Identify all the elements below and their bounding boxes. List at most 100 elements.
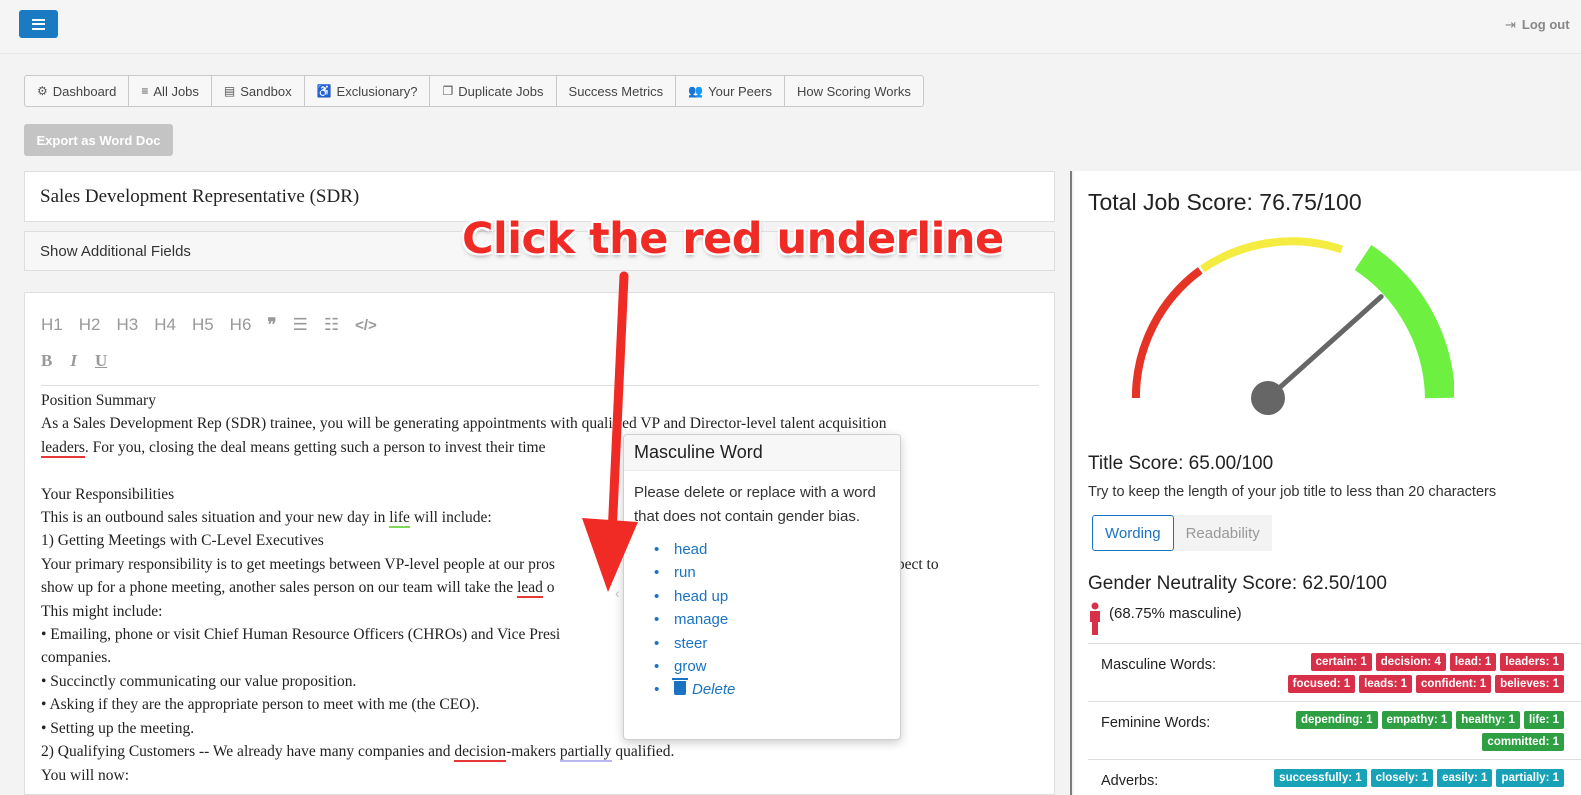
- word-table: Masculine Words: certain: 1 decision: 4 lea…: [1088, 643, 1581, 795]
- word-badge[interactable]: empathy: 1: [1381, 711, 1453, 729]
- h2-button[interactable]: H2: [79, 315, 101, 335]
- word-badge[interactable]: committed: 1: [1482, 733, 1564, 751]
- word-badge[interactable]: successfully: 1: [1274, 769, 1367, 787]
- main-nav: ⚙ Dashboard ≡ All Jobs ▤ Sandbox ♿ Exclusion…: [24, 75, 924, 107]
- suggestion-head[interactable]: head: [654, 538, 900, 562]
- doc-line: Position Summary: [41, 392, 156, 409]
- word-badge[interactable]: certain: 1: [1310, 653, 1372, 671]
- hamburger-icon: [32, 18, 45, 30]
- tab-readability[interactable]: Readability: [1173, 515, 1272, 551]
- h5-button[interactable]: H5: [192, 315, 214, 335]
- h3-button[interactable]: H3: [116, 315, 138, 335]
- word-badge[interactable]: healthy: 1: [1456, 711, 1520, 729]
- nav-sandbox[interactable]: ▤ Sandbox: [212, 76, 305, 106]
- nav-how-scoring-works[interactable]: How Scoring Works: [785, 76, 923, 106]
- word-row-m: Masculine Words: certain: 1 decision: 4 lea…: [1088, 643, 1581, 701]
- flagged-word-partially[interactable]: partially: [559, 743, 612, 763]
- word-row-f: Feminine Words: depending: 1 empathy: 1 hea…: [1088, 701, 1581, 759]
- format-toolbar: B I U: [41, 351, 107, 371]
- delete-word-button[interactable]: Delete: [654, 678, 900, 702]
- italic-button[interactable]: I: [70, 351, 77, 371]
- bold-button[interactable]: B: [41, 351, 52, 371]
- wheelchair-icon: ♿: [316, 84, 332, 98]
- score-gauge: [1131, 237, 1454, 415]
- toolbar-divider: [41, 385, 1039, 386]
- code-icon[interactable]: </>: [355, 317, 377, 334]
- tutorial-arrow-icon: [582, 271, 638, 592]
- suggestion-steer[interactable]: steer: [654, 632, 900, 656]
- suggestion-grow[interactable]: grow: [654, 655, 900, 679]
- masculine-word-popover: ‹ Masculine Word Please delete or replac…: [615, 434, 901, 740]
- suggestion-manage[interactable]: manage: [654, 608, 900, 632]
- word-row-label: Feminine Words:: [1101, 715, 1211, 731]
- word-badge[interactable]: leaders: 1: [1500, 653, 1564, 671]
- list-icon: ≡: [141, 84, 149, 98]
- score-tabs: Wording Readability: [1092, 515, 1272, 551]
- logout-link[interactable]: ⇥ Log out: [1505, 17, 1570, 33]
- copy-icon: ❐: [442, 84, 454, 98]
- h1-button[interactable]: H1: [41, 315, 63, 335]
- suggestion-list: head run head up manage steer grow Delet…: [624, 528, 900, 702]
- word-badge[interactable]: partially: 1: [1496, 769, 1564, 787]
- flagged-word-lead[interactable]: lead: [517, 579, 543, 599]
- title-score: Title Score: 65.00/100: [1088, 453, 1274, 474]
- word-badge[interactable]: leads: 1: [1359, 675, 1412, 693]
- users-icon: 👥: [688, 84, 704, 98]
- underline-button[interactable]: U: [95, 351, 107, 371]
- word-row-label: Masculine Words:: [1101, 657, 1216, 673]
- bullet-list-icon[interactable]: ☰: [293, 315, 308, 335]
- masculine-percentage: (68.75% masculine): [1109, 605, 1242, 622]
- doc-line: As a Sales Development Rep (SDR) trainee…: [41, 415, 887, 433]
- tab-wording[interactable]: Wording: [1092, 515, 1174, 551]
- panel-divider: [1070, 171, 1072, 795]
- h6-button[interactable]: H6: [230, 315, 252, 335]
- suggestion-head-up[interactable]: head up: [654, 585, 900, 609]
- word-row-label: Adverbs:: [1101, 773, 1159, 789]
- gauge-red-arc: [1131, 267, 1203, 399]
- gender-neutrality-score: Gender Neutrality Score: 62.50/100: [1088, 573, 1387, 594]
- newspaper-icon: ▤: [223, 84, 236, 98]
- word-badge[interactable]: closely: 1: [1370, 769, 1434, 787]
- word-badge[interactable]: easily: 1: [1437, 769, 1493, 787]
- word-badge[interactable]: depending: 1: [1295, 711, 1378, 729]
- popover-title: Masculine Word: [624, 435, 900, 471]
- logout-icon: ⇥: [1505, 17, 1516, 32]
- flagged-word-life[interactable]: life: [389, 509, 410, 529]
- flagged-word-leaders[interactable]: leaders: [41, 438, 85, 458]
- word-badges: depending: 1 empathy: 1 healthy: 1 life: 1 c…: [1268, 702, 1581, 759]
- word-badge[interactable]: believes: 1: [1495, 675, 1564, 693]
- word-badge[interactable]: life: 1: [1523, 711, 1564, 729]
- doc-line: You will now:: [41, 766, 130, 784]
- nav-all-jobs[interactable]: ≡ All Jobs: [129, 76, 212, 106]
- male-person-icon: [1090, 602, 1100, 635]
- word-badge[interactable]: focused: 1: [1287, 675, 1356, 693]
- word-badge[interactable]: decision: 4: [1375, 653, 1446, 671]
- hamburger-menu-button[interactable]: [19, 10, 58, 38]
- tutorial-annotation: Click the red underline: [462, 214, 1004, 264]
- gauge-needle: [1265, 294, 1384, 401]
- doc-line: 2) Qualifying Customers -- We already ha…: [41, 743, 675, 763]
- h4-button[interactable]: H4: [154, 315, 176, 335]
- flagged-word-decision[interactable]: decision: [454, 743, 507, 763]
- top-bar: ⇥ Log out: [0, 0, 1581, 54]
- export-word-button[interactable]: Export as Word Doc: [24, 124, 173, 156]
- suggestion-run[interactable]: run: [654, 561, 900, 585]
- numbered-list-icon[interactable]: ☷: [324, 315, 339, 335]
- total-job-score: Total Job Score: 76.75/100: [1088, 189, 1362, 215]
- editor-toolbar: H1 H2 H3 H4 H5 H6 ❞ ☰ ☷ </>: [41, 315, 377, 335]
- quote-icon[interactable]: ❞: [267, 315, 276, 335]
- nav-success-metrics[interactable]: Success Metrics: [557, 76, 677, 106]
- word-badges: certain: 1 decision: 4 lead: 1 leaders: 1 fo…: [1268, 644, 1581, 701]
- popover-message: Please delete or replace with a word tha…: [634, 484, 876, 525]
- gauge-yellow-arc: [1200, 237, 1343, 273]
- word-row-a: Adverbs: successfully: 1 closely: 1 easily:…: [1088, 759, 1581, 795]
- trash-icon: [672, 678, 688, 696]
- nav-your-peers[interactable]: 👥 Your Peers: [676, 76, 785, 106]
- nav-duplicate-jobs[interactable]: ❐ Duplicate Jobs: [430, 76, 557, 106]
- title-tip: Try to keep the length of your job title…: [1088, 484, 1497, 500]
- word-badge[interactable]: lead: 1: [1449, 653, 1497, 671]
- word-badge[interactable]: confident: 1: [1416, 675, 1492, 693]
- word-badges: successfully: 1 closely: 1 easily: 1 partia…: [1268, 760, 1581, 795]
- nav-exclusionary[interactable]: ♿ Exclusionary?: [305, 76, 431, 106]
- nav-dashboard[interactable]: ⚙ Dashboard: [25, 76, 130, 106]
